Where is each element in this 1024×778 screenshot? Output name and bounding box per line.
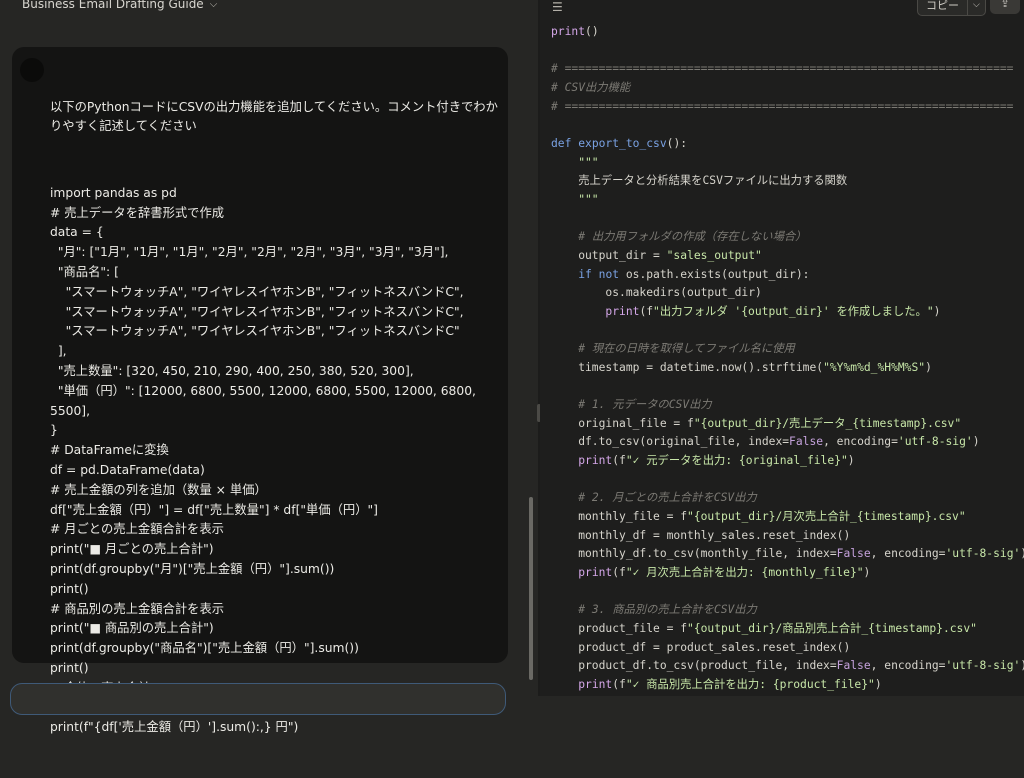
chat-code-line: data = { — [50, 225, 104, 240]
artifact-code-line: ​ — [551, 471, 1024, 490]
artifact-code-line: monthly_file = f"{output_dir}/月次売上合計_{ti… — [551, 510, 966, 524]
chat-code-line: print("■ 月ごとの売上合計") — [50, 542, 214, 557]
chat-code-line: "単価（円）": [12000, 6800, 5500, 12000, 6800… — [50, 383, 476, 398]
chat-code-line: "スマートウォッチA", "ワイヤレスイヤホンB", "フィットネスバンドC", — [50, 304, 464, 319]
chat-code-line: print(df.groupby("月")["売上金額（円）"].sum()) — [50, 561, 335, 576]
chat-code-line: "スマートウォッチA", "ワイヤレスイヤホンB", "フィットネスバンドC", — [50, 284, 464, 299]
artifact-code-line: # 1. 元データのCSV出力 — [578, 398, 712, 412]
artifact-code-line: print(f"出力フォルダ '{output_dir}' を作成しました。") — [605, 304, 941, 318]
chat-code-line: # 売上金額の列を追加（数量 × 単価） — [50, 482, 267, 497]
chat-code-line: 5500], — [50, 403, 91, 418]
chat-code-line: "月": ["1月", "1月", "1月", "2月", "2月", "2月"… — [50, 245, 449, 260]
list-icon[interactable]: ☰ — [552, 0, 563, 14]
user-message-text: 以下のPythonコードにCSVの出力機能を追加してください。コメント付きでわか… — [50, 58, 498, 778]
artifact-code-line: # 2. 月ごとの売上合計をCSV出力 — [578, 491, 757, 505]
artifact-code-line: print(f"✓ 元データを出力: {original_file}") — [578, 454, 855, 468]
copy-label: コピー — [926, 0, 959, 12]
artifact-code-line: print(f"✓ 商品別売上合計を出力: {product_file}") — [578, 677, 882, 691]
artifact-code-line: print() — [551, 25, 599, 38]
artifact-code-line: product_df.to_csv(product_file, index=Fa… — [551, 659, 1024, 673]
chat-code-line: "商品名": [ — [50, 264, 119, 279]
artifact-code-line: def export_to_csv(): — [551, 136, 688, 150]
artifact-code-line: df.to_csv(original_file, index=False, en… — [551, 435, 980, 449]
artifact-code-line: product_df = product_sales.reset_index() — [551, 640, 851, 654]
chat-scrollbar[interactable] — [529, 497, 533, 680]
chat-code-line: df["売上金額（円）"] = df["売上数量"] * df["単価（円）"] — [50, 502, 378, 517]
user-code-block: import pandas as pd # 売上データを辞書形式で作成 data =… — [50, 184, 498, 738]
chat-pane: Business Email Drafting Guide ⌵ 以下のPytho… — [0, 0, 538, 734]
artifact-code-line: ​ — [551, 322, 1024, 341]
artifact-code-line: # 現在の日時を取得してファイル名に使用 — [578, 342, 795, 356]
artifact-code-line: monthly_df = monthly_sales.reset_index() — [551, 528, 851, 542]
chat-code-line: print(df.groupby("商品名")["売上金額（円）"].sum()… — [50, 641, 359, 656]
conversation-title-button[interactable]: Business Email Drafting Guide ⌵ — [22, 0, 217, 14]
chat-code-line: print() — [50, 581, 89, 596]
artifact-code-block: print()​# ==============================… — [551, 23, 1024, 695]
artifact-code-line: 売上データと分析結果をCSVファイルに出力する関数 — [551, 174, 848, 188]
artifact-code-line: ​ — [551, 377, 1024, 396]
share-button[interactable]: ⇪ — [990, 0, 1020, 14]
artifact-code-line: product_file = f"{output_dir}/商品別売上合計_{t… — [551, 622, 977, 635]
prompt-text: 以下のPythonコードにCSVの出力機能を追加してください。コメント付きでわか… — [50, 99, 498, 134]
chat-code-line: print("■ 商品別の売上合計") — [50, 621, 214, 636]
copy-button[interactable]: コピー ⌵ — [917, 0, 986, 16]
artifact-code-line: output_dir = "sales_output" — [551, 248, 762, 262]
chat-code-line: df = pd.DataFrame(data) — [50, 462, 205, 477]
artifact-code-line: # ======================================… — [551, 62, 1014, 76]
chat-code-line: # 月ごとの売上金額合計を表示 — [50, 522, 224, 537]
chat-code-line: # 商品別の売上金額合計を表示 — [50, 601, 225, 616]
artifact-code-line: # 3. 商品別の売上合計をCSV出力 — [578, 603, 757, 617]
artifact-code-line: ​ — [551, 116, 1024, 135]
artifact-pane: ☰ コピー ⌵ ⇪ print()​# ====================… — [540, 0, 1024, 696]
chevron-down-icon[interactable]: ⌵ — [967, 0, 985, 15]
chat-code-line: ], — [50, 344, 67, 359]
artifact-code-line: ​ — [551, 583, 1024, 602]
user-avatar — [20, 58, 44, 82]
artifact-code-line: # CSV出力機能 — [551, 80, 631, 94]
chat-code-line: print() — [50, 660, 89, 675]
artifact-code-line: print(f"✓ 月次売上合計を出力: {monthly_file}") — [578, 566, 871, 580]
chat-code-line: import pandas as pd — [50, 185, 177, 200]
artifact-code-line: ​ — [551, 42, 1024, 61]
artifact-code-line: """ — [551, 155, 599, 169]
artifact-code-line: # ======================================… — [551, 99, 1014, 113]
chat-code-line: # DataFrameに変換 — [50, 443, 169, 458]
conversation-title: Business Email Drafting Guide — [22, 0, 204, 11]
chat-code-line: } — [50, 423, 58, 438]
artifact-code-line: """ — [551, 192, 599, 206]
artifact-code-line: # 出力用フォルダの作成（存在しない場合） — [578, 230, 807, 244]
chat-code-line: # 売上データを辞書形式で作成 — [50, 205, 225, 220]
chat-code-line: "スマートウォッチA", "ワイヤレスイヤホンB", "フィットネスバンドC" — [50, 324, 460, 339]
artifact-code-line: timestamp = datetime.now().strftime("%Y%… — [551, 360, 932, 374]
artifact-code-line: monthly_df.to_csv(monthly_file, index=Fa… — [551, 547, 1024, 561]
share-icon: ⇪ — [1000, 0, 1010, 10]
chat-code-line: "売上数量": [320, 450, 210, 290, 400, 250, 3… — [50, 363, 414, 378]
chevron-down-icon: ⌵ — [209, 0, 218, 10]
artifact-code-line: os.makedirs(output_dir) — [551, 286, 762, 300]
artifact-code-line: ​ — [551, 210, 1024, 229]
artifact-code-line: if not os.path.exists(output_dir): — [578, 267, 810, 281]
chat-code-line: print(f"{df['売上金額（円）'].sum():,} 円") — [50, 720, 299, 735]
message-input[interactable] — [10, 683, 506, 715]
artifact-code-line: original_file = f"{output_dir}/売上データ_{ti… — [551, 416, 962, 430]
